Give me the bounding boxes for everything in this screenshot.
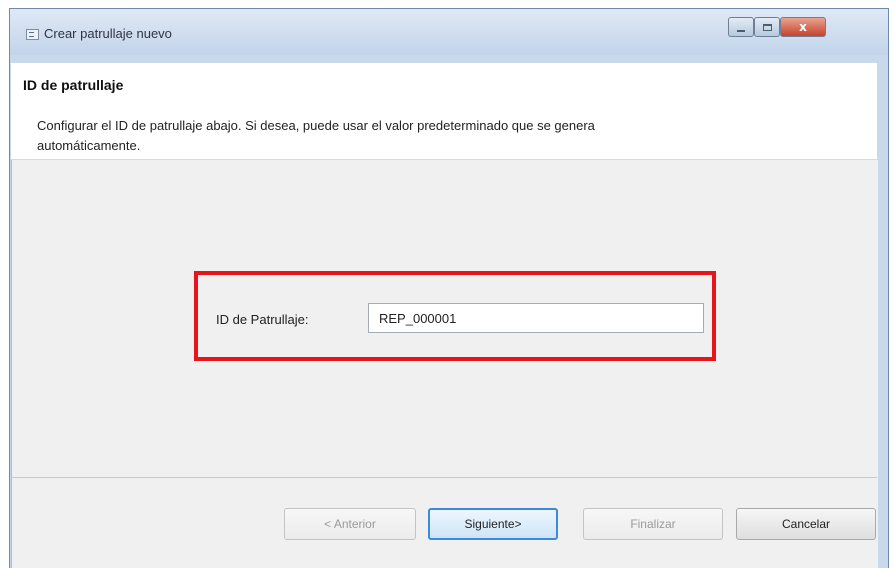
page-title: ID de patrullaje: [23, 77, 124, 93]
minimize-icon: [737, 30, 745, 32]
close-button[interactable]: x: [780, 17, 826, 37]
button-separator: [11, 477, 877, 478]
maximize-button[interactable]: [754, 17, 780, 37]
next-button[interactable]: Siguiente>: [428, 508, 558, 540]
wizard-content: [11, 160, 878, 568]
close-icon: x: [799, 20, 807, 34]
title-bar: Crear patrullaje nuevo x: [10, 9, 888, 55]
highlight-annotation: [194, 271, 716, 361]
minimize-button[interactable]: [728, 17, 754, 37]
app-window-icon: [26, 29, 39, 40]
maximize-icon: [762, 23, 772, 31]
window-title: Crear patrullaje nuevo: [44, 26, 172, 41]
back-button[interactable]: < Anterior: [284, 508, 416, 540]
cancel-button[interactable]: Cancelar: [736, 508, 876, 540]
finish-button[interactable]: Finalizar: [583, 508, 723, 540]
page-description: Configurar el ID de patrullaje abajo. Si…: [37, 118, 595, 153]
wizard-header: ID de patrullaje Configurar el ID de pat…: [11, 63, 877, 160]
